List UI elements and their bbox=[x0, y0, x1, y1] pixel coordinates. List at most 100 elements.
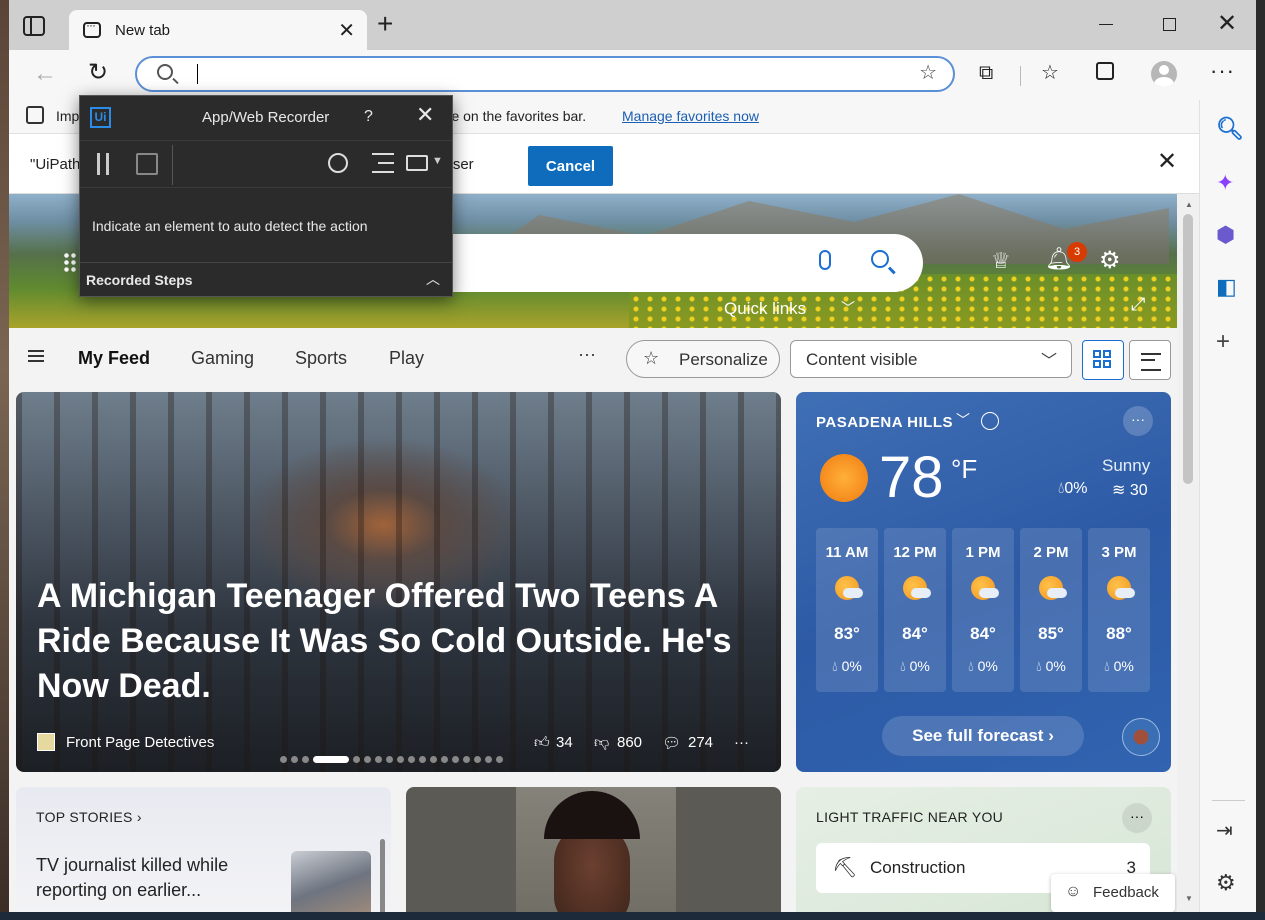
window-maximize-button[interactable] bbox=[1163, 18, 1176, 31]
carousel-dot[interactable] bbox=[397, 756, 404, 763]
recorded-steps-header[interactable]: Recorded Steps ︿ bbox=[80, 262, 452, 296]
top-stories-heading[interactable]: TOP STORIES › bbox=[36, 809, 142, 825]
hourly-forecast-item[interactable]: 3 PM 88° 💧︎ 0% bbox=[1088, 528, 1150, 692]
extensions-puzzle-icon[interactable]: ⧉ bbox=[979, 62, 993, 85]
favorites-star-icon[interactable]: ☆ bbox=[1041, 60, 1059, 85]
carousel-dot[interactable] bbox=[302, 756, 309, 763]
sidebar-settings-icon[interactable]: ⚙ bbox=[1216, 870, 1236, 896]
page-settings-gear-icon[interactable]: ⚙ bbox=[1099, 246, 1121, 275]
search-submit-icon[interactable] bbox=[871, 250, 889, 268]
screen-capture-icon[interactable] bbox=[406, 155, 428, 171]
like-icon[interactable]: 👍︎ bbox=[534, 734, 550, 752]
location-chevron-icon[interactable]: ﹀ bbox=[956, 410, 970, 430]
chevron-up-icon[interactable]: ︿ bbox=[426, 269, 440, 289]
save-icon[interactable] bbox=[136, 153, 158, 175]
add-sidebar-app-icon[interactable]: + bbox=[1216, 328, 1230, 356]
address-bar[interactable]: ☆ bbox=[135, 56, 955, 92]
dislike-icon[interactable]: 👎︎ bbox=[594, 734, 609, 752]
hourly-forecast-item[interactable]: 11 AM 83° 💧︎ 0% bbox=[816, 528, 878, 692]
app-launcher-icon[interactable] bbox=[63, 252, 77, 272]
top-story-thumbnail[interactable] bbox=[291, 851, 371, 912]
steps-list-icon[interactable] bbox=[372, 153, 394, 173]
hourly-forecast-item[interactable]: 12 PM 84° 💧︎ 0% bbox=[884, 528, 946, 692]
weather-location[interactable]: PASADENA HILLS bbox=[816, 414, 953, 431]
comment-icon[interactable]: 💬︎ bbox=[662, 734, 681, 752]
content-visibility-dropdown[interactable]: Content visible ﹀ bbox=[790, 340, 1072, 378]
quick-links-toggle[interactable]: Quick links bbox=[724, 299, 806, 319]
carousel-dot[interactable] bbox=[313, 756, 349, 763]
refresh-icon[interactable]: ↻ bbox=[88, 58, 108, 87]
carousel-dot[interactable] bbox=[364, 756, 371, 763]
weather-card[interactable]: PASADENA HILLS ﹀ ··· 78 °F Sunny 💧︎0% ≋ … bbox=[796, 392, 1171, 772]
hero-article-card[interactable]: A Michigan Teenager Offered Two Teens A … bbox=[16, 392, 781, 772]
article-more-button[interactable]: ··· bbox=[734, 734, 749, 751]
temperature-unit[interactable]: °F bbox=[951, 454, 977, 485]
traffic-more-button[interactable]: ··· bbox=[1122, 803, 1152, 833]
infobar-close-icon[interactable]: ✕ bbox=[1157, 150, 1177, 174]
feedback-button[interactable]: ☺ Feedback bbox=[1051, 874, 1175, 912]
carousel-dot[interactable] bbox=[430, 756, 437, 763]
office-icon[interactable]: ⬢ bbox=[1216, 222, 1235, 248]
indicate-target-icon[interactable] bbox=[328, 153, 348, 173]
personalize-button[interactable]: ☆ Personalize bbox=[626, 340, 780, 378]
tab-my-feed[interactable]: My Feed bbox=[78, 348, 150, 369]
list-layout-icon[interactable] bbox=[1129, 340, 1171, 380]
top-stories-card[interactable]: TOP STORIES › TV journalist killed while… bbox=[16, 787, 391, 912]
carousel-dot[interactable] bbox=[419, 756, 426, 763]
caret-down-icon[interactable]: ▼ bbox=[432, 155, 443, 167]
page-scrollbar-thumb[interactable] bbox=[1183, 214, 1193, 484]
profile-avatar[interactable] bbox=[1151, 61, 1177, 87]
carousel-dot[interactable] bbox=[291, 756, 298, 763]
tab-gaming[interactable]: Gaming bbox=[191, 348, 254, 369]
import-favorites-label[interactable]: Imp bbox=[56, 108, 79, 124]
add-favorite-icon[interactable]: ☆ bbox=[919, 60, 937, 85]
see-full-forecast-button[interactable]: See full forecast › bbox=[882, 716, 1084, 756]
collections-icon[interactable] bbox=[1096, 62, 1114, 80]
carousel-dot[interactable] bbox=[353, 756, 360, 763]
hide-sidebar-icon[interactable]: ⇥ bbox=[1216, 818, 1233, 843]
new-tab-plus-icon[interactable]: + bbox=[377, 10, 393, 38]
tab-close-icon[interactable]: ✕ bbox=[338, 18, 355, 43]
outlook-icon[interactable]: ◧ bbox=[1216, 274, 1237, 300]
carousel-dot[interactable] bbox=[452, 756, 459, 763]
news-photo-card[interactable] bbox=[406, 787, 781, 912]
microphone-icon[interactable] bbox=[819, 250, 831, 270]
sidebar-search-icon[interactable]: 🔍︎ bbox=[1216, 116, 1244, 142]
feed-menu-icon[interactable] bbox=[28, 350, 44, 362]
carousel-dot[interactable] bbox=[474, 756, 481, 763]
manage-favorites-link[interactable]: Manage favorites now bbox=[622, 108, 759, 124]
carousel-dot[interactable] bbox=[496, 756, 503, 763]
tab-actions-icon[interactable] bbox=[23, 16, 45, 36]
feed-more-button[interactable]: ··· bbox=[578, 344, 596, 365]
carousel-dot[interactable] bbox=[441, 756, 448, 763]
window-minimize-button[interactable] bbox=[1099, 24, 1113, 25]
weather-more-button[interactable]: ··· bbox=[1123, 406, 1153, 436]
carousel-dot[interactable] bbox=[386, 756, 393, 763]
rewards-trophy-icon[interactable]: ♕ bbox=[991, 248, 1011, 274]
grid-layout-icon[interactable] bbox=[1082, 340, 1124, 380]
expand-background-icon[interactable]: ⤢ bbox=[1131, 294, 1145, 315]
carousel-dot[interactable] bbox=[485, 756, 492, 763]
tab-sports[interactable]: Sports bbox=[295, 348, 347, 369]
tab-new-tab[interactable]: New tab ✕ bbox=[69, 10, 367, 50]
settings-more-icon[interactable]: ··· bbox=[1210, 58, 1235, 84]
carousel-dot[interactable] bbox=[408, 756, 415, 763]
hourly-forecast-item[interactable]: 2 PM 85° 💧︎ 0% bbox=[1020, 528, 1082, 692]
top-stories-scrollbar[interactable] bbox=[380, 839, 385, 912]
hourly-forecast-item[interactable]: 1 PM 84° 💧︎ 0% bbox=[952, 528, 1014, 692]
carousel-dot[interactable] bbox=[280, 756, 287, 763]
infobar-cancel-button[interactable]: Cancel bbox=[528, 146, 613, 186]
tab-play[interactable]: Play bbox=[389, 348, 424, 369]
chevron-down-icon[interactable]: ﹀ bbox=[841, 298, 855, 318]
window-close-button[interactable]: ✕ bbox=[1217, 12, 1237, 36]
carousel-dot[interactable] bbox=[463, 756, 470, 763]
article-source[interactable]: Front Page Detectives bbox=[66, 734, 214, 751]
top-story-headline[interactable]: TV journalist killed while reporting on … bbox=[36, 853, 276, 903]
pause-icon[interactable] bbox=[97, 153, 109, 175]
scroll-down-arrow-icon[interactable]: ▼ bbox=[1185, 894, 1193, 903]
carousel-indicator[interactable] bbox=[280, 756, 503, 764]
carousel-dot[interactable] bbox=[375, 756, 382, 763]
recorder-help-icon[interactable]: ? bbox=[364, 108, 373, 126]
scroll-up-arrow-icon[interactable]: ▲ bbox=[1185, 200, 1193, 209]
weather-map-bubble[interactable] bbox=[1122, 718, 1160, 756]
